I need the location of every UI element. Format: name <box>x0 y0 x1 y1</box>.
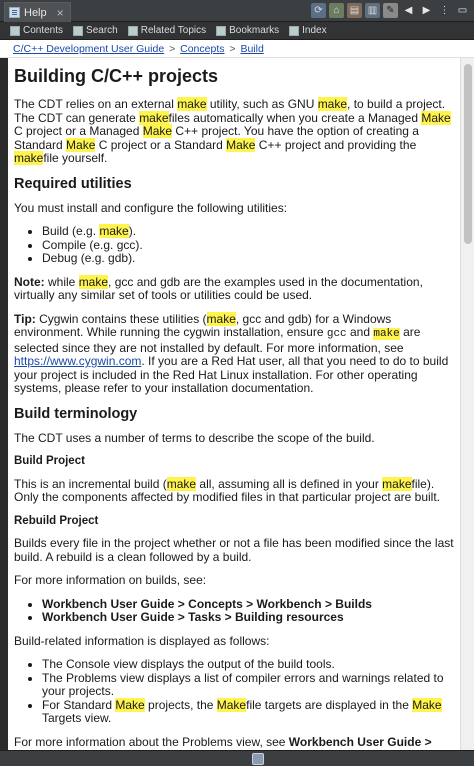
list-item: Compile (e.g. gcc). <box>42 238 454 253</box>
vertical-scrollbar[interactable] <box>460 58 474 750</box>
list-item: For Standard Make projects, the Makefile… <box>42 697 454 726</box>
tab-index[interactable]: Index <box>289 25 327 36</box>
list-item: Workbench User Guide > Tasks > Building … <box>42 610 454 625</box>
close-icon[interactable]: × <box>57 6 64 20</box>
tab-contents[interactable]: Contents <box>10 25 63 36</box>
build-project-paragraph: This is an incremental build (make all, … <box>14 476 441 504</box>
minimize-icon[interactable]: ▭ <box>455 3 470 18</box>
highlight-icon[interactable]: ✎ <box>383 3 398 18</box>
utilities-list: Build (e.g. make). Compile (e.g. gcc). D… <box>42 224 454 266</box>
terminology-text: The CDT uses a number of terms to descri… <box>14 430 375 445</box>
view-menu-icon[interactable]: ⋮ <box>437 3 452 18</box>
list-item: The Problems view displays a list of com… <box>42 671 454 699</box>
help-nav-tabs: Contents Search Related Topics Bookmarks… <box>0 22 474 40</box>
window-icon[interactable] <box>252 753 264 765</box>
list-item: Workbench User Guide > Concepts > Workbe… <box>42 597 454 612</box>
tab-contents-label: Contents <box>23 25 64 36</box>
references-list: Workbench User Guide > Concepts > Workbe… <box>42 597 454 625</box>
list-item: Debug (e.g. gdb). <box>42 251 454 266</box>
help-tab-label: Help <box>24 6 47 19</box>
tab-search[interactable]: Search <box>73 25 118 36</box>
tip-paragraph: Tip: Cygwin contains these utilities (ma… <box>14 311 449 395</box>
list-item: The Console view displays the output of … <box>42 657 454 672</box>
tab-search-label: Search <box>86 25 118 36</box>
book-icon[interactable]: ▥ <box>365 3 380 18</box>
build-terminology-heading: Build terminology <box>14 405 138 422</box>
left-gutter <box>0 58 8 750</box>
required-utilities-text: You must install and configure the follo… <box>14 200 288 215</box>
required-utilities-heading: Required utilities <box>14 175 132 192</box>
breadcrumb-user-guide[interactable]: C/C++ Development User Guide <box>13 43 164 55</box>
tab-related-topics[interactable]: Related Topics <box>127 25 207 36</box>
build-info-text: Build-related information is displayed a… <box>14 633 270 648</box>
cygwin-link[interactable]: https://www.cygwin.com <box>14 354 141 368</box>
print-icon[interactable]: ▤ <box>347 3 362 18</box>
back-icon[interactable]: ◀ <box>401 3 416 18</box>
page-title: Building C/C++ projects <box>14 66 219 86</box>
view-titlebar: Help × ⟳ ⌂ ▤ ▥ ✎ ◀ ▶ ⋮ ▭ <box>0 0 474 22</box>
home-icon[interactable]: ⌂ <box>329 3 344 18</box>
build-info-list: The Console view displays the output of … <box>42 657 454 726</box>
bookmarks-icon <box>216 25 227 36</box>
tab-index-label: Index <box>302 25 327 36</box>
rebuild-project-heading: Rebuild Project <box>14 514 99 527</box>
scrollbar-thumb[interactable] <box>464 64 472 244</box>
more-info-text: For more information on builds, see: <box>14 573 207 587</box>
rebuild-project-paragraph: Builds every file in the project whether… <box>14 536 454 564</box>
help-content: Building C/C++ projects The CDT relies o… <box>8 58 460 750</box>
status-bar <box>0 750 474 766</box>
breadcrumb-concepts[interactable]: Concepts <box>180 43 224 55</box>
breadcrumb: C/C++ Development User Guide > Concepts … <box>0 40 474 58</box>
index-icon <box>289 25 300 36</box>
search-icon <box>73 25 84 36</box>
sync-icon[interactable]: ⟳ <box>311 3 326 18</box>
help-icon <box>9 7 20 18</box>
breadcrumb-build[interactable]: Build <box>240 43 263 55</box>
intro-paragraph: The CDT relies on an external make utili… <box>14 97 451 165</box>
note-paragraph: Note: while make, gcc and gdb are the ex… <box>14 274 423 302</box>
tab-bookmarks-label: Bookmarks <box>229 25 280 36</box>
list-item: Build (e.g. make). <box>42 224 454 239</box>
contents-icon <box>10 25 20 36</box>
forward-icon[interactable]: ▶ <box>419 3 434 18</box>
problems-more-paragraph: For more information about the Problems … <box>14 734 448 750</box>
help-view-tab[interactable]: Help × <box>4 2 71 22</box>
build-project-heading: Build Project <box>14 455 85 467</box>
help-toolbar: ⟳ ⌂ ▤ ▥ ✎ ◀ ▶ ⋮ ▭ <box>311 3 470 18</box>
tab-bookmarks[interactable]: Bookmarks <box>216 25 279 36</box>
tab-related-topics-label: Related Topics <box>140 25 207 36</box>
related-topics-icon <box>127 25 138 36</box>
